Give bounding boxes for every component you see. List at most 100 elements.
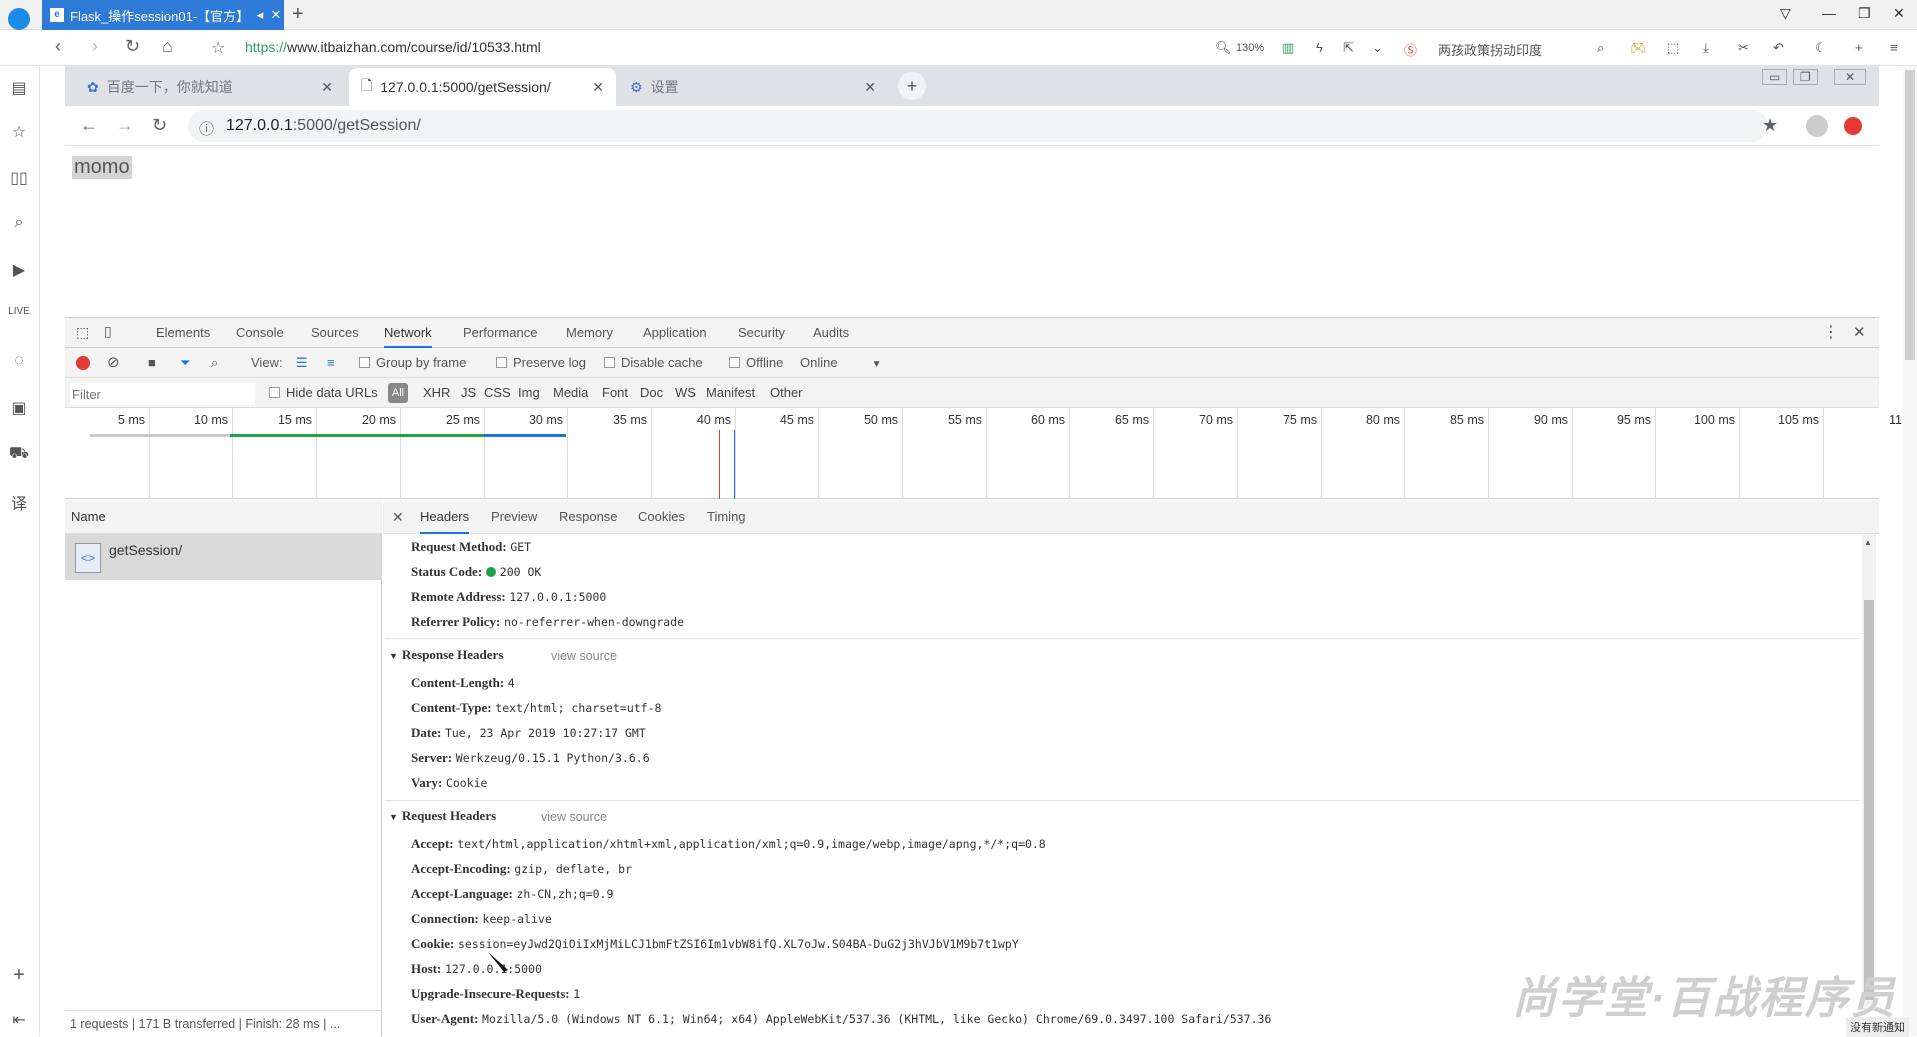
- tab-memory[interactable]: Memory: [566, 318, 613, 348]
- hide-data-urls-checkbox[interactable]: Hide data URLs: [269, 378, 378, 408]
- add-icon[interactable]: +: [1855, 40, 1863, 55]
- page-scrollbar-thumb[interactable]: [1905, 70, 1915, 360]
- close-tab-icon[interactable]: ✕: [268, 7, 284, 23]
- filter-js[interactable]: JS: [461, 378, 476, 408]
- filter-input[interactable]: [70, 383, 255, 405]
- capture-screenshots-icon[interactable]: ■: [148, 348, 156, 378]
- outer-address-bar[interactable]: https://www.itbaizhan.com/course/id/1053…: [245, 39, 541, 55]
- response-headers-toggle[interactable]: ▼ Response Headers: [389, 647, 503, 663]
- preserve-log-checkbox[interactable]: Preserve log: [496, 348, 586, 378]
- download-icon[interactable]: ⤓: [1703, 40, 1709, 56]
- tab-sources[interactable]: Sources: [311, 318, 359, 348]
- tab-console[interactable]: Console: [236, 318, 284, 348]
- waterfall-icon[interactable]: ≡: [327, 348, 335, 378]
- share-icon[interactable]: ⇱: [1343, 40, 1354, 56]
- undo-icon[interactable]: ↶: [1773, 40, 1784, 56]
- inner-tab-settings[interactable]: ⚙ 设置 ✕: [618, 68, 888, 106]
- detail-tab-headers[interactable]: Headers: [420, 500, 470, 534]
- inner-tab-getsession[interactable]: 🗋︎ 127.0.0.1:5000/getSession/ ✕: [349, 68, 616, 106]
- filter-all-button[interactable]: All: [388, 383, 408, 403]
- filter-xhr[interactable]: XHR: [423, 378, 450, 408]
- tab-performance[interactable]: Performance: [463, 318, 537, 348]
- dropdown-icon[interactable]: ⌄: [1372, 40, 1383, 56]
- bookmark-star-icon[interactable]: ☆: [211, 38, 225, 58]
- sogou-icon[interactable]: Ⓢ: [1404, 40, 1417, 59]
- devtools-menu-icon[interactable]: ⋮: [1823, 318, 1839, 348]
- scroll-up-icon[interactable]: ▲: [1864, 538, 1872, 547]
- filter-font[interactable]: Font: [602, 378, 628, 408]
- group-by-frame-checkbox[interactable]: Group by frame: [359, 348, 466, 378]
- devtools-close-icon[interactable]: ✕: [1853, 318, 1866, 348]
- tab-elements[interactable]: Elements: [156, 318, 210, 348]
- detail-tab-response[interactable]: Response: [559, 500, 618, 534]
- restore-icon[interactable]: ❐: [1858, 5, 1871, 22]
- close-tab-icon[interactable]: ✕: [592, 79, 604, 96]
- search-network-icon[interactable]: ⌕: [211, 348, 218, 378]
- filter-doc[interactable]: Doc: [640, 378, 663, 408]
- clear-icon[interactable]: ⊘: [107, 348, 120, 378]
- tab-network[interactable]: Network: [384, 318, 432, 348]
- detail-tab-preview[interactable]: Preview: [491, 500, 537, 534]
- avatar-icon[interactable]: [1806, 115, 1828, 137]
- live-icon[interactable]: LIVE: [8, 306, 30, 328]
- news-icon[interactable]: ▤: [8, 78, 30, 100]
- game-icon[interactable]: 🎮︎: [1630, 40, 1647, 56]
- menu-icon[interactable]: ≡: [1890, 40, 1898, 55]
- inner-min-icon[interactable]: ▭: [1762, 69, 1788, 85]
- translate-icon[interactable]: 译: [8, 490, 30, 513]
- news-ticker[interactable]: 两孩政策拐动印度: [1438, 40, 1542, 59]
- screenshot-icon[interactable]: ✂: [1738, 40, 1749, 56]
- request-name[interactable]: getSession/: [109, 542, 182, 558]
- disable-cache-checkbox[interactable]: Disable cache: [604, 348, 703, 378]
- update-icon[interactable]: [1844, 117, 1862, 135]
- close-tab-icon[interactable]: ✕: [864, 79, 876, 96]
- offline-checkbox[interactable]: Offline: [729, 348, 783, 378]
- inner-max-icon[interactable]: ❐: [1793, 69, 1818, 85]
- detail-close-icon[interactable]: ✕: [392, 500, 404, 534]
- detail-tab-cookies[interactable]: Cookies: [638, 500, 685, 534]
- detail-tab-timing[interactable]: Timing: [707, 500, 746, 534]
- mute-icon[interactable]: ◂: [252, 7, 268, 23]
- forward-icon[interactable]: ›: [92, 36, 98, 57]
- favorites-icon[interactable]: ☆: [8, 122, 30, 144]
- filter-other[interactable]: Other: [770, 378, 803, 408]
- minimize-icon[interactable]: —: [1822, 5, 1836, 21]
- large-rows-icon[interactable]: ☰: [296, 348, 308, 378]
- tab-security[interactable]: Security: [738, 318, 785, 348]
- inner-bookmark-icon[interactable]: ★: [1762, 115, 1778, 136]
- inner-close-icon[interactable]: ✕: [1834, 69, 1867, 85]
- filter-css[interactable]: CSS: [484, 378, 511, 408]
- add-sidebar-icon[interactable]: +: [8, 964, 30, 986]
- new-tab-button[interactable]: +: [292, 3, 304, 26]
- search-icon[interactable]: ⌕: [1597, 40, 1604, 56]
- browser-logo-icon[interactable]: [8, 8, 30, 30]
- night-mode-icon[interactable]: ☾: [1815, 40, 1827, 56]
- close-window-icon[interactable]: ✕: [1893, 5, 1905, 22]
- filter-media[interactable]: Media: [553, 378, 588, 408]
- briefcase-icon[interactable]: ▣: [8, 398, 30, 420]
- close-tab-icon[interactable]: ✕: [321, 79, 333, 96]
- search-side-icon[interactable]: ⌕: [8, 214, 30, 236]
- inner-address-bar[interactable]: 127.0.0.1:5000/getSession/: [188, 110, 1768, 142]
- inner-new-tab-button[interactable]: +: [898, 72, 926, 100]
- flash-icon[interactable]: ϟ: [1316, 40, 1323, 55]
- chat-icon[interactable]: ◌: [8, 352, 30, 374]
- reading-icon[interactable]: ▯▯: [8, 168, 30, 190]
- info-icon[interactable]: ⓘ: [199, 118, 214, 139]
- filter-img[interactable]: Img: [518, 378, 540, 408]
- throttling-select[interactable]: Online ▼: [800, 348, 881, 378]
- inner-tab-baidu[interactable]: ✿ 百度一下，你就知道 ✕: [75, 68, 345, 106]
- inner-reload-icon[interactable]: ↻: [152, 115, 167, 136]
- reader-icon[interactable]: ▥: [1282, 40, 1294, 56]
- inner-forward-icon[interactable]: →: [116, 115, 134, 136]
- inner-back-icon[interactable]: ←: [80, 115, 98, 136]
- filter-ws[interactable]: WS: [675, 378, 696, 408]
- collapse-sidebar-icon[interactable]: ⇤: [8, 1010, 30, 1032]
- skin-icon[interactable]: ▽: [1780, 5, 1791, 22]
- inspect-icon[interactable]: ⬚: [76, 324, 89, 341]
- view-source-link[interactable]: view source: [551, 649, 617, 663]
- view-source-link[interactable]: view source: [541, 810, 607, 824]
- request-headers-toggle[interactable]: ▼ Request Headers: [389, 808, 496, 824]
- record-icon[interactable]: [76, 356, 90, 370]
- back-icon[interactable]: ‹: [55, 36, 61, 57]
